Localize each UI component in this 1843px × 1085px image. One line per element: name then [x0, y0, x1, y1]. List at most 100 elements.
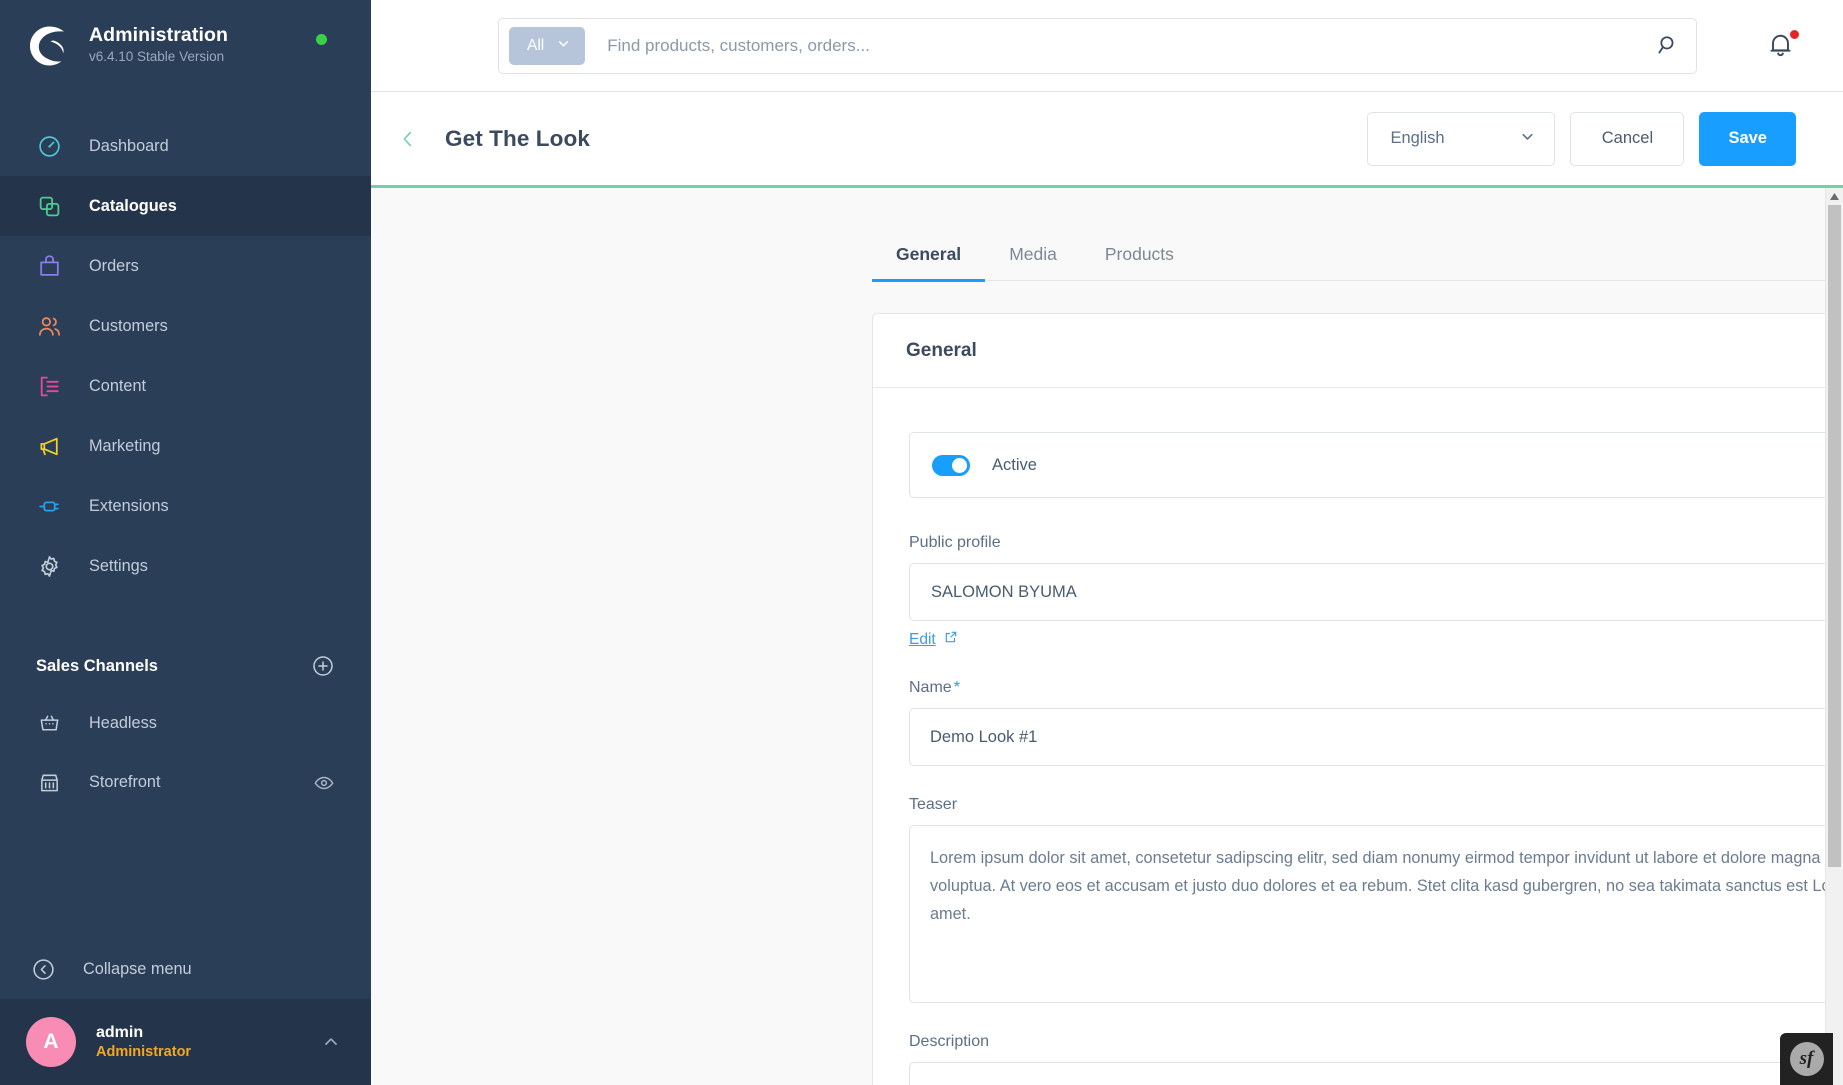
search-input[interactable]: [585, 35, 1646, 56]
active-toggle-row[interactable]: Active: [909, 432, 1843, 498]
required-marker: *: [953, 679, 960, 696]
collapse-menu-label: Collapse menu: [83, 959, 192, 978]
external-link-icon: [944, 630, 958, 649]
sidebar-item-content[interactable]: Content: [0, 356, 371, 416]
sidebar-item-dashboard[interactable]: Dashboard: [0, 116, 371, 176]
name-label-text: Name: [909, 679, 952, 696]
card-header: General: [873, 314, 1843, 388]
page-header: Get The Look English Cancel Save: [371, 92, 1843, 188]
content-scroll-area: General Media Products General Active Pu…: [371, 188, 1843, 1085]
active-toggle[interactable]: [932, 454, 970, 476]
tab-media[interactable]: Media: [985, 244, 1081, 281]
user-account-row[interactable]: A admin Administrator: [0, 999, 371, 1085]
sidebar-item-label: Orders: [89, 256, 139, 275]
sidebar-item-label: Content: [89, 376, 147, 395]
public-profile-field: Public profile SALOMON BYUMA Edit: [909, 534, 1843, 649]
sidebar-item-settings[interactable]: Settings: [0, 536, 371, 596]
description-editor[interactable]: [909, 1062, 1843, 1085]
teaser-wrapper: Lorem ipsum dolor sit amet, consetetur s…: [909, 825, 1843, 1003]
basket-icon: [36, 710, 63, 737]
name-field-group: Name * Demo Look #1: [909, 679, 1843, 766]
teaser-textarea[interactable]: Lorem ipsum dolor sit amet, consetetur s…: [909, 825, 1843, 1003]
sidebar-item-label: Headless: [89, 714, 157, 732]
brand-header[interactable]: Administration v6.4.10 Stable Version: [0, 0, 371, 92]
name-input[interactable]: Demo Look #1: [909, 708, 1843, 766]
sidebar-item-extensions[interactable]: Extensions: [0, 476, 371, 536]
plus-circle-icon[interactable]: [311, 654, 335, 678]
public-profile-label: Public profile: [909, 534, 1001, 551]
sales-channels-title: Sales Channels: [36, 656, 158, 675]
card-body: Active Public profile SALOMON BYUMA Edit…: [873, 388, 1843, 1085]
bell-icon: [1765, 34, 1796, 64]
scrollbar-thumb[interactable]: [1828, 205, 1841, 867]
sidebar-item-storefront[interactable]: Storefront: [0, 753, 371, 812]
sidebar-item-marketing[interactable]: Marketing: [0, 416, 371, 476]
app-root: Administration v6.4.10 Stable Version Da…: [0, 0, 1843, 1085]
sidebar-item-catalogues[interactable]: Catalogues: [0, 176, 371, 236]
extensions-icon: [36, 493, 63, 520]
public-profile-value: SALOMON BYUMA: [931, 582, 1077, 601]
scroll-up-arrow[interactable]: [1826, 188, 1843, 205]
store-icon: [36, 769, 63, 796]
notifications-button[interactable]: [1765, 27, 1801, 64]
sidebar-item-headless[interactable]: Headless: [0, 694, 371, 753]
main-navigation: Dashboard Catalogues Orders Customers Co…: [0, 92, 371, 596]
toggle-knob: [952, 457, 967, 473]
sidebar-item-label: Storefront: [89, 773, 161, 791]
user-role: Administrator: [96, 1044, 192, 1060]
vertical-scrollbar[interactable]: [1825, 188, 1843, 1085]
orders-icon: [36, 253, 63, 280]
sidebar-item-orders[interactable]: Orders: [0, 236, 371, 296]
notification-badge: [1788, 27, 1801, 41]
main-area: All Find products, customers, orders... …: [371, 0, 1843, 1085]
dashboard-icon: [36, 133, 63, 160]
search-icon[interactable]: [1646, 24, 1690, 68]
general-card: General Active Public profile SALOMON BY…: [872, 313, 1843, 1085]
chevron-down-icon: [556, 36, 571, 56]
marketing-icon: [36, 433, 63, 460]
teaser-field-group: Teaser Lorem ipsum dolor sit amet, conse…: [909, 796, 1843, 1003]
content-icon: [36, 373, 63, 400]
symfony-debug-toolbar[interactable]: sf: [1780, 1033, 1833, 1085]
sidebar-item-label: Marketing: [89, 436, 161, 455]
sidebar-item-label: Catalogues: [89, 196, 177, 215]
page-header-actions: English Cancel Save: [1367, 111, 1796, 166]
user-meta: admin Administrator: [96, 1024, 301, 1060]
card-title: General: [906, 340, 977, 361]
cancel-button[interactable]: Cancel: [1570, 111, 1685, 166]
collapse-menu-button[interactable]: Collapse menu: [0, 939, 371, 999]
symfony-logo-icon: sf: [1789, 1042, 1824, 1076]
tab-general[interactable]: General: [872, 244, 986, 282]
eye-icon[interactable]: [313, 772, 335, 794]
chevron-left-circle-icon: [30, 956, 57, 983]
brand-version: v6.4.10 Stable Version: [89, 49, 225, 65]
edit-public-profile-link[interactable]: Edit: [909, 630, 958, 649]
sidebar-item-label: Customers: [89, 316, 168, 335]
description-field-group: Description: [909, 1033, 1843, 1085]
user-name: admin: [96, 1024, 144, 1041]
save-button[interactable]: Save: [1699, 111, 1796, 166]
customers-icon: [36, 313, 63, 340]
sidebar-item-customers[interactable]: Customers: [0, 296, 371, 356]
search-scope-label: All: [527, 36, 545, 54]
tab-bar: General Media Products: [872, 244, 1843, 282]
teaser-label: Teaser: [909, 796, 958, 813]
back-button[interactable]: [371, 91, 445, 187]
description-label: Description: [909, 1033, 990, 1050]
public-profile-select[interactable]: SALOMON BYUMA: [909, 563, 1843, 621]
page-title: Get The Look: [445, 125, 590, 151]
tab-products[interactable]: Products: [1081, 244, 1198, 281]
edit-link-label: Edit: [909, 630, 936, 648]
sidebar-item-label: Dashboard: [89, 136, 169, 155]
brand-title: Administration: [89, 23, 228, 46]
language-select[interactable]: English: [1367, 111, 1556, 166]
language-select-value: English: [1390, 129, 1445, 147]
name-label: Name *: [909, 679, 1843, 697]
sidebar-item-label: Settings: [89, 556, 148, 575]
search-scope-selector[interactable]: All: [509, 26, 586, 65]
sidebar: Administration v6.4.10 Stable Version Da…: [0, 0, 371, 1085]
sales-channels-header: Sales Channels: [0, 638, 371, 694]
chevron-up-icon[interactable]: [321, 1032, 341, 1052]
topbar: All: [371, 0, 1843, 92]
